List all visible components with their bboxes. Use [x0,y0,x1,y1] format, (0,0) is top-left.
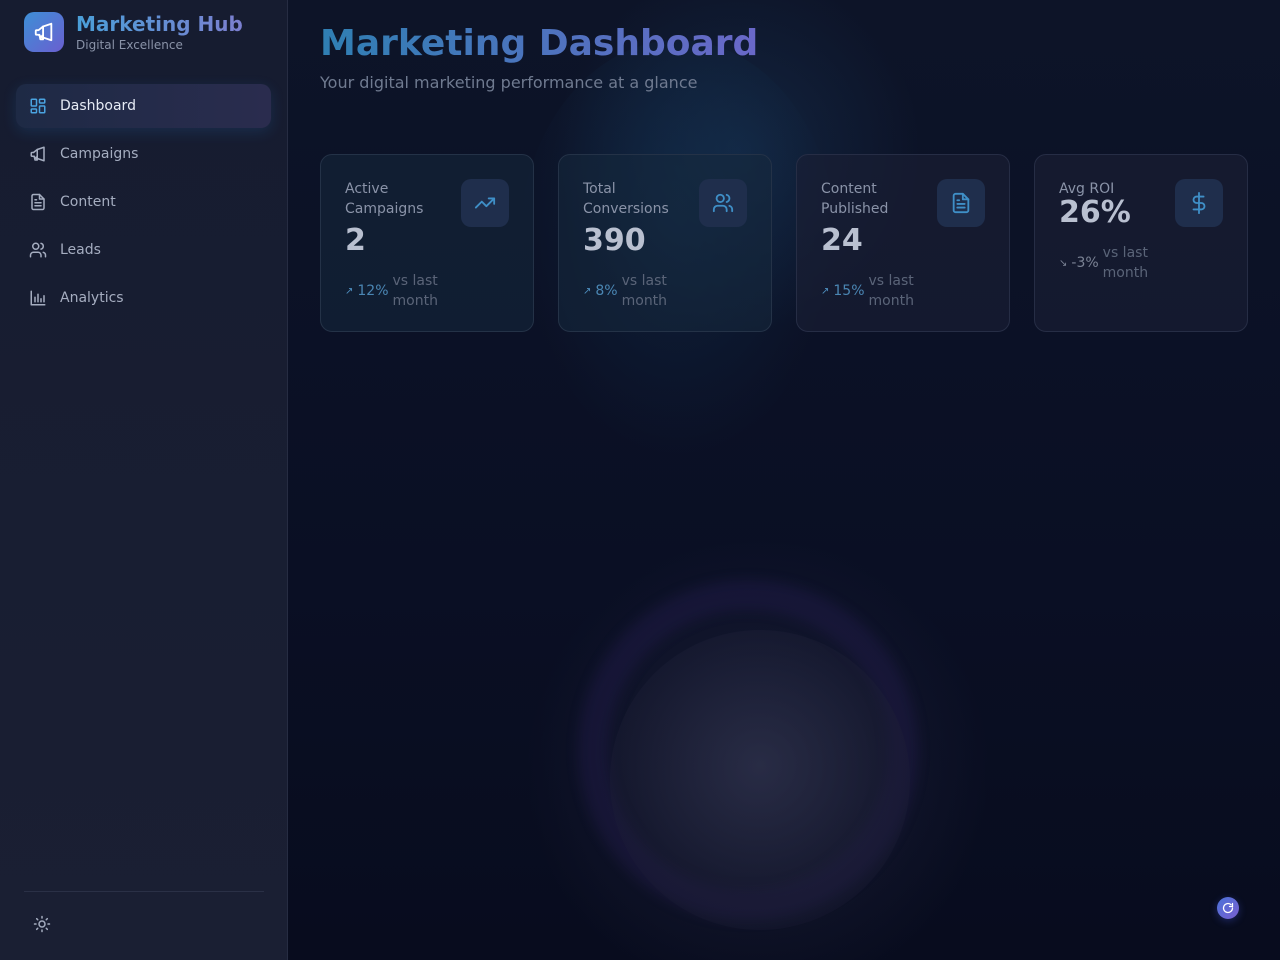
trend-note: vs last month [868,273,914,309]
stat-trend: ↗ 8% vs last month [583,271,747,311]
stat-label: Active Campaigns [345,181,424,217]
sidebar-item-label: Content [60,194,116,210]
stat-card-avg-roi[interactable]: Avg ROI 26% ↘ -3% vs last month [1034,154,1248,332]
theme-toggle-button[interactable] [30,914,54,938]
background-circle [610,630,910,930]
trend-down-icon: ↘ [1059,257,1068,269]
sidebar-divider [24,891,264,892]
sidebar-item-dashboard[interactable]: Dashboard [16,84,271,128]
users-icon [699,179,747,227]
sidebar-item-label: Analytics [60,290,124,306]
stat-trend: ↘ -3% vs last month [1059,243,1223,283]
sidebar-item-label: Campaigns [60,146,139,162]
users-icon [28,240,48,260]
trend-up-icon: ↗ [821,285,830,297]
sidebar-item-content[interactable]: Content [16,180,271,224]
sidebar-item-label: Leads [60,242,101,258]
trend-value: 15% [833,283,865,299]
refresh-icon [1222,899,1234,918]
trend-note: vs last month [1102,245,1149,281]
document-icon [28,192,48,212]
trend-note: vs last month [621,273,668,309]
trend-value: 12% [357,283,389,299]
stat-card-content-published[interactable]: Content Published 24 ↗ 15% vs last month [796,154,1010,332]
sidebar: Marketing Hub Digital Excellence Dashboa… [0,0,288,960]
stats-cards: Active Campaigns 2 ↗ 12% vs last month T… [320,154,1272,332]
trending-up-icon [461,179,509,227]
stat-card-active-campaigns[interactable]: Active Campaigns 2 ↗ 12% vs last month [320,154,534,332]
main-background [288,0,1280,960]
sidebar-item-leads[interactable]: Leads [16,228,271,272]
stat-value: 390 [583,223,646,258]
dashboard-grid-icon [28,96,48,116]
stat-value: 2 [345,223,366,258]
page-title: Marketing Dashboard [320,23,759,64]
brand[interactable]: Marketing Hub Digital Excellence [24,12,243,52]
trend-up-icon: ↗ [583,285,592,297]
stat-label: Total Conversions [583,181,669,217]
sidebar-item-campaigns[interactable]: Campaigns [16,132,271,176]
stat-trend: ↗ 15% vs last month [821,271,985,311]
page-subtitle: Your digital marketing performance at a … [320,73,698,92]
trend-up-icon: ↗ [345,285,354,297]
stat-card-total-conversions[interactable]: Total Conversions 390 ↗ 8% vs last month [558,154,772,332]
bar-chart-icon [28,288,48,308]
sun-icon [33,915,51,937]
refresh-button[interactable] [1217,897,1239,919]
sidebar-item-label: Dashboard [60,98,136,114]
brand-subtitle: Digital Excellence [76,38,183,52]
document-icon [937,179,985,227]
stat-label: Content Published [821,181,889,217]
trend-value: 8% [595,283,618,299]
dollar-icon [1175,179,1223,227]
trend-value: -3% [1071,255,1099,271]
trend-note: vs last month [392,273,438,309]
sidebar-item-analytics[interactable]: Analytics [16,276,271,320]
brand-title: Marketing Hub [76,12,243,36]
stat-trend: ↗ 12% vs last month [345,271,509,311]
stat-value: 24 [821,223,863,258]
sidebar-nav: Dashboard Campaigns Content Leads Analyt… [16,84,271,324]
megaphone-icon [24,12,64,52]
megaphone-icon [28,144,48,164]
